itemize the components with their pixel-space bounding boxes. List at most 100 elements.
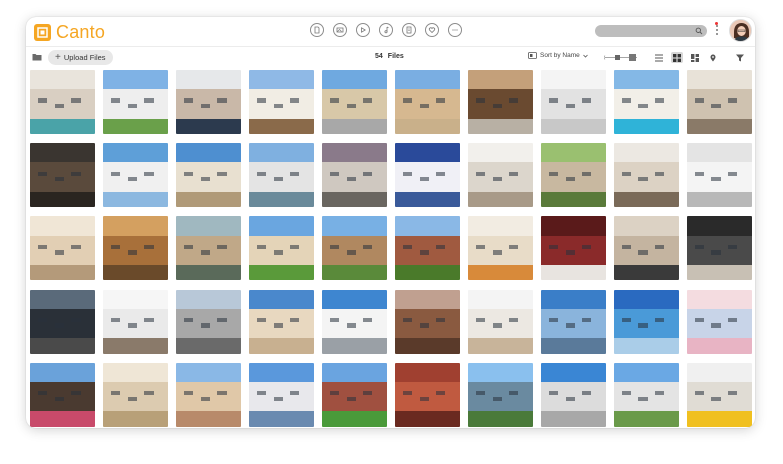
- thumbnail-detail: [436, 98, 446, 103]
- thumbnail-detail: [475, 391, 485, 396]
- asset-thumbnail-palm-condo-street[interactable]: [175, 362, 241, 427]
- thumbnail-detail: [346, 103, 356, 109]
- mosaic-view-icon[interactable]: [689, 52, 701, 63]
- asset-thumbnail-curved-white-tower[interactable]: [248, 362, 314, 427]
- thumbnail-detail: [655, 391, 665, 396]
- asset-thumbnail-city-skyline[interactable]: [467, 362, 533, 427]
- asset-thumbnail-fire-escape-brick[interactable]: [394, 289, 460, 354]
- plus-icon: +: [55, 51, 61, 63]
- asset-thumbnail-dusk-modern-villa[interactable]: [394, 143, 460, 208]
- thumbnail-detail: [728, 98, 738, 103]
- asset-thumbnail-living-room-patio[interactable]: [467, 70, 533, 134]
- asset-thumbnail-white-tower-sky[interactable]: [102, 143, 168, 208]
- audio-icon[interactable]: [379, 23, 393, 37]
- notifications-menu-icon[interactable]: [715, 22, 719, 37]
- asset-thumbnail-beige-living-room[interactable]: [102, 362, 168, 427]
- thumbnail-subject: [613, 89, 679, 120]
- list-view-icon[interactable]: [653, 52, 665, 63]
- asset-thumbnail-palm-courtyard[interactable]: [394, 70, 460, 134]
- asset-thumbnail-stone-cottage[interactable]: [321, 216, 387, 281]
- search-input[interactable]: [595, 25, 707, 37]
- asset-thumbnail-suburban-villa-lawn[interactable]: [248, 216, 314, 281]
- upload-files-button[interactable]: + Upload Files: [48, 50, 113, 65]
- thumbnail-foreground: [102, 118, 168, 134]
- asset-thumbnail-angled-building-sky[interactable]: [248, 289, 314, 354]
- canto-logo[interactable]: Canto: [34, 22, 105, 43]
- thumbnail-detail: [329, 98, 339, 103]
- asset-thumbnail-white-tower-blue[interactable]: [540, 362, 606, 427]
- map-view-icon[interactable]: [707, 52, 719, 63]
- asset-thumbnail-white-living-room[interactable]: [613, 143, 679, 208]
- thumbnail-detail: [183, 98, 193, 103]
- asset-thumbnail-dark-red-bathroom[interactable]: [540, 216, 606, 281]
- thumbnail-detail: [363, 317, 373, 323]
- asset-thumbnail-glass-apartment-block[interactable]: [248, 143, 314, 208]
- thumbnail-subject: [686, 162, 752, 194]
- thumbnail-detail: [144, 171, 154, 176]
- asset-thumbnail-balcony-apartment[interactable]: [175, 289, 241, 354]
- image-icon[interactable]: [333, 23, 347, 37]
- asset-thumbnail-red-brick-fire-escapes[interactable]: [394, 362, 460, 427]
- asset-thumbnail-villa-pool[interactable]: [613, 70, 679, 134]
- thumbnail-detail: [329, 391, 339, 396]
- asset-thumbnail-tower-pink-sky[interactable]: [686, 289, 752, 354]
- sort-dropdown[interactable]: Sort by Name: [528, 52, 588, 59]
- asset-thumbnail-orange-sofa-room[interactable]: [467, 216, 533, 281]
- more-icon[interactable]: [448, 23, 462, 37]
- thumbnail-foreground: [394, 118, 460, 134]
- thumbnail-detail: [711, 323, 721, 328]
- thumbnail-detail: [200, 396, 210, 401]
- asset-thumbnail-brick-mansion-lawn[interactable]: [321, 362, 387, 427]
- asset-thumbnail-brick-colonial-house[interactable]: [394, 216, 460, 281]
- asset-thumbnail-yellow-chair-bicycle[interactable]: [686, 362, 752, 427]
- sort-icon: [528, 52, 537, 59]
- heart-icon[interactable]: [425, 23, 439, 37]
- asset-thumbnail-dark-modern-kitchen[interactable]: [30, 289, 95, 354]
- asset-thumbnail-wooden-great-room[interactable]: [102, 216, 168, 281]
- thumbnail-detail: [548, 317, 558, 323]
- thumbnail-detail: [565, 103, 575, 109]
- asset-thumbnail-white-kitchen-island[interactable]: [467, 143, 533, 208]
- asset-thumbnail-white-bathroom[interactable]: [686, 143, 752, 208]
- thumbnail-size-slider[interactable]: [604, 53, 638, 62]
- folder-icon[interactable]: [32, 53, 42, 61]
- document-icon[interactable]: [310, 23, 324, 37]
- asset-thumbnail-house-with-trees[interactable]: [540, 143, 606, 208]
- asset-thumbnail-empty-white-loft[interactable]: [540, 70, 606, 134]
- asset-thumbnail-white-modern-block[interactable]: [321, 289, 387, 354]
- asset-thumbnail-suburban-street-clouds[interactable]: [613, 362, 679, 427]
- search-icon[interactable]: [695, 27, 703, 35]
- video-icon[interactable]: [356, 23, 370, 37]
- grid-view-icon[interactable]: [671, 52, 683, 63]
- asset-thumbnail-dark-bedroom[interactable]: [686, 216, 752, 281]
- asset-thumbnail-house-courtyard[interactable]: [175, 216, 241, 281]
- thumbnail-subject: [467, 381, 533, 413]
- asset-thumbnail-blue-glass-towers[interactable]: [613, 289, 679, 354]
- asset-thumbnail-dining-with-chandelier[interactable]: [613, 216, 679, 281]
- thumbnail-subject: [321, 235, 387, 267]
- asset-thumbnail-business-handshake[interactable]: [175, 70, 241, 134]
- asset-thumbnail-glass-skyscraper[interactable]: [540, 289, 606, 354]
- asset-thumbnail-empty-room-window[interactable]: [467, 289, 533, 354]
- thumbnail-subject: [686, 381, 752, 413]
- filter-icon[interactable]: [736, 54, 744, 62]
- asset-thumbnail-bright-kitchen-dining[interactable]: [30, 216, 95, 281]
- asset-thumbnail-kitchen-white-island[interactable]: [30, 70, 95, 134]
- asset-thumbnail-bright-living-room[interactable]: [686, 70, 752, 134]
- asset-thumbnail-dark-kitchen[interactable]: [30, 143, 95, 208]
- thumbnail-foreground: [467, 411, 533, 427]
- asset-thumbnail-modern-house-blue-sky[interactable]: [175, 143, 241, 208]
- asset-thumbnail-modern-villa-facade[interactable]: [248, 70, 314, 134]
- file-icon[interactable]: [402, 23, 416, 37]
- thumbnail-detail: [711, 250, 721, 255]
- asset-thumbnail-white-kitchen-cabinets[interactable]: [102, 289, 168, 354]
- user-avatar[interactable]: [729, 19, 752, 42]
- thumbnail-subject: [248, 381, 314, 413]
- asset-thumbnail-suburban-white-house[interactable]: [102, 70, 168, 134]
- thumbnail-subject: [102, 308, 168, 340]
- asset-thumbnail-suburban-homes[interactable]: [30, 362, 95, 427]
- thumbnail-detail: [144, 391, 154, 396]
- asset-thumbnail-lounge-grey-interior[interactable]: [321, 143, 387, 208]
- asset-thumbnail-street-palm-trees[interactable]: [321, 70, 387, 134]
- thumbnail-detail: [694, 244, 704, 250]
